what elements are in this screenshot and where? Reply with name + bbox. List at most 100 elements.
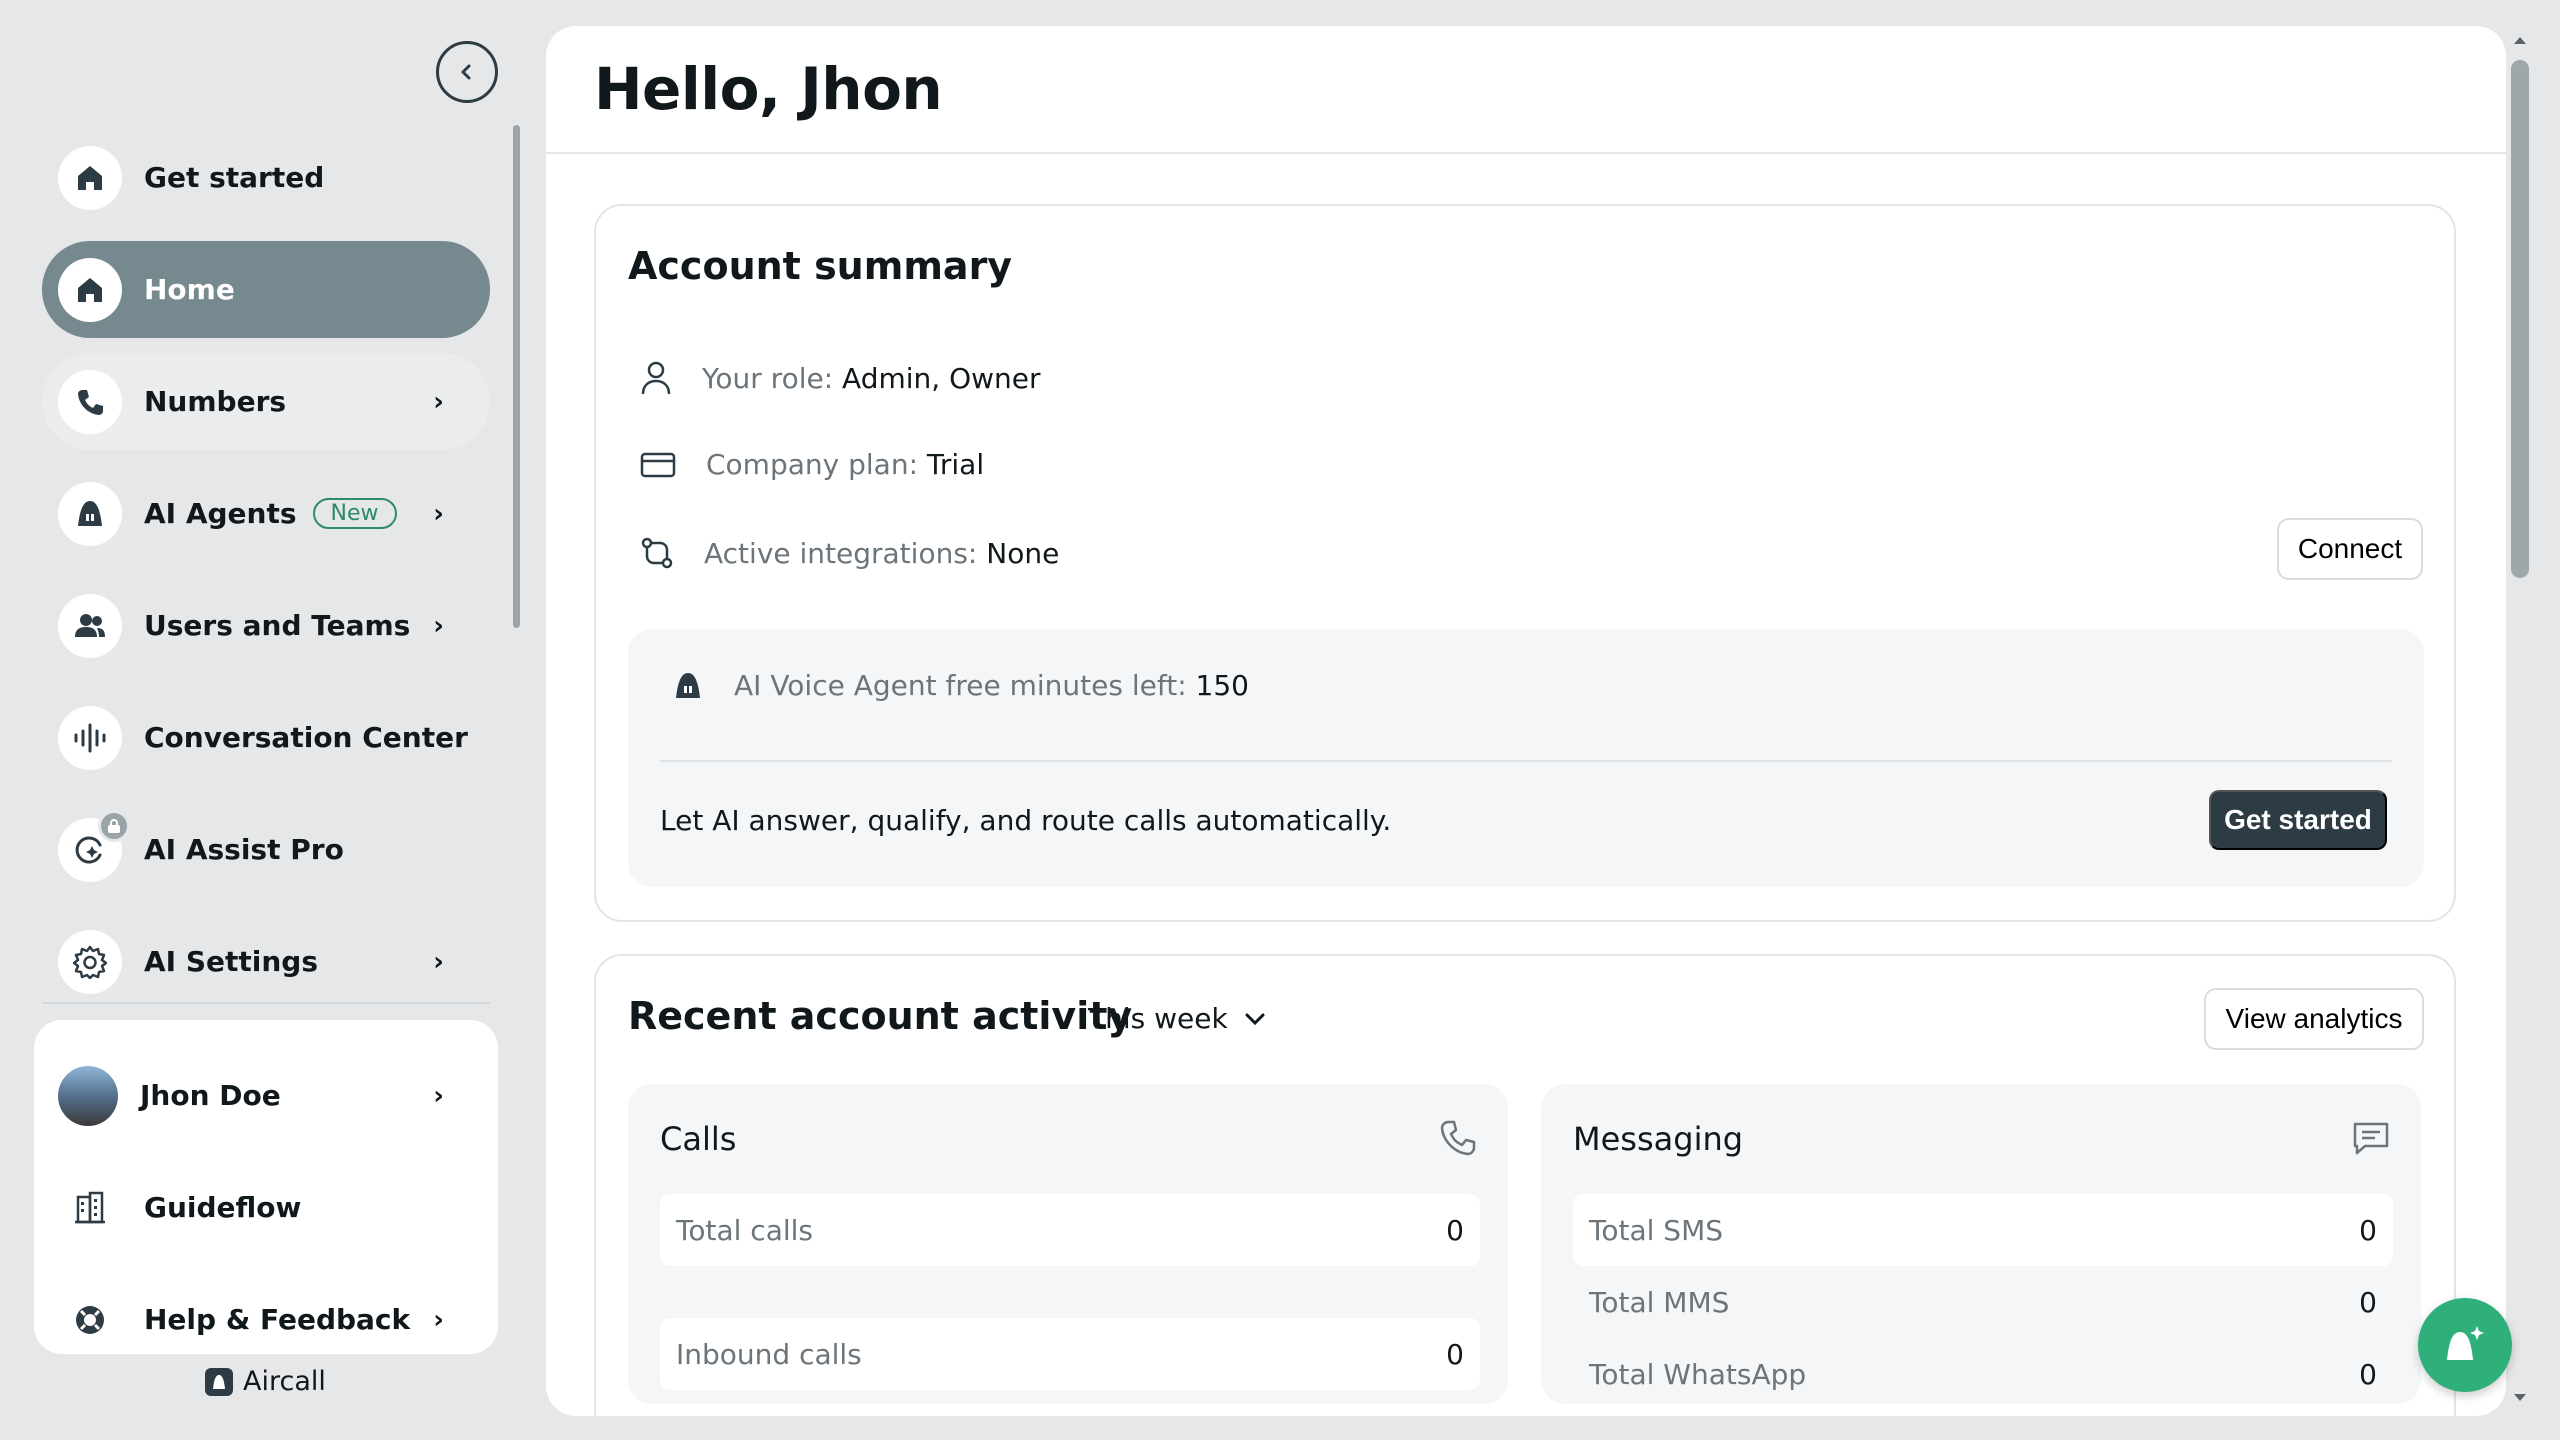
user-icon <box>641 361 671 395</box>
waveform-icon <box>58 705 122 770</box>
stat-value: 0 <box>2359 1213 2377 1247</box>
stat-label: Total WhatsApp <box>1589 1357 1807 1391</box>
stat-value: 0 <box>2359 1285 2377 1319</box>
sidebar-item-ai-settings[interactable]: AI Settings › <box>42 913 490 1010</box>
get-started-button[interactable]: Get started <box>2209 790 2387 850</box>
connect-button[interactable]: Connect <box>2277 518 2423 580</box>
integrations-label: Active integrations: <box>704 536 978 570</box>
recent-activity-title: Recent account activity <box>628 994 1133 1038</box>
user-name: Jhon Doe <box>140 1079 281 1112</box>
sidebar-item-home[interactable]: Home <box>42 241 490 338</box>
user-profile-item[interactable]: Jhon Doe › <box>42 1047 490 1144</box>
collapse-sidebar-button[interactable] <box>436 41 498 103</box>
brand: Aircall <box>205 1366 326 1397</box>
sidebar-item-label: Guideflow <box>144 1191 302 1224</box>
integrations-row: Active integrations: None <box>640 536 1059 570</box>
chevron-down-icon <box>1245 1013 1265 1025</box>
sidebar-item-help-feedback[interactable]: Help & Feedback › <box>42 1271 490 1368</box>
stat-label: Total calls <box>676 1213 813 1247</box>
user-panel: Jhon Doe › Guideflow Help & Feedback › <box>34 1020 498 1354</box>
inbound-calls-stat: Inbound calls 0 <box>660 1318 1480 1390</box>
chevron-right-icon: › <box>433 1080 444 1111</box>
sidebar-item-ai-agents[interactable]: AI Agents New › <box>42 465 490 562</box>
role-row: Your role: Admin, Owner <box>640 360 1041 396</box>
sidebar-item-label: AI Agents <box>144 497 297 530</box>
integrations-icon <box>641 537 673 569</box>
ai-promo-text: Let AI answer, qualify, and route calls … <box>660 804 1392 837</box>
calls-panel: Calls Total calls 0 Inbound calls 0 <box>628 1084 1508 1404</box>
role-value: Admin, Owner <box>842 361 1041 395</box>
sidebar-item-label: Numbers <box>144 385 287 418</box>
ai-assistant-fab[interactable] <box>2418 1298 2512 1392</box>
page-header: Hello, Jhon <box>546 26 2506 154</box>
chevron-right-icon: › <box>433 498 444 529</box>
sidebar-scrollbar[interactable] <box>513 125 520 628</box>
ai-sparkle-icon <box>2447 1326 2484 1360</box>
stat-value: 0 <box>2359 1357 2377 1391</box>
total-mms-stat: Total MMS 0 <box>1573 1266 2393 1338</box>
chevron-left-icon <box>461 64 471 80</box>
calls-title: Calls <box>660 1120 737 1158</box>
phone-icon <box>1440 1120 1476 1156</box>
aircall-logo-icon <box>205 1367 233 1396</box>
sidebar-item-numbers[interactable]: Numbers › <box>42 353 490 450</box>
plan-row: Company plan: Trial <box>640 448 984 481</box>
lifebuoy-icon <box>58 1287 122 1352</box>
ai-agent-icon <box>676 672 700 698</box>
message-icon <box>2353 1122 2389 1155</box>
ai-assist-icon <box>58 809 130 882</box>
main-scroll-thumb[interactable] <box>2511 60 2529 578</box>
ai-minutes-value: 150 <box>1195 669 1249 702</box>
sidebar-item-label: Home <box>144 273 235 306</box>
main-content: Hello, Jhon Account summary Your role: A… <box>546 26 2506 1416</box>
stat-label: Total MMS <box>1589 1285 1730 1319</box>
view-analytics-button[interactable]: View analytics <box>2204 988 2424 1050</box>
avatar <box>58 1065 118 1126</box>
sidebar: Get started Home Numbers › AI Agents New… <box>0 0 520 1440</box>
period-dropdown[interactable]: This week <box>1088 1002 1266 1035</box>
ai-minutes-row: AI Voice Agent free minutes left: 150 <box>672 669 1249 702</box>
credit-card-icon <box>640 452 676 477</box>
sidebar-item-label: AI Assist Pro <box>144 833 344 866</box>
sidebar-item-users-and-teams[interactable]: Users and Teams › <box>42 577 490 674</box>
sidebar-item-guideflow[interactable]: Guideflow <box>42 1159 490 1256</box>
ai-voice-agent-box: AI Voice Agent free minutes left: 150 Le… <box>628 629 2424 887</box>
divider <box>660 760 2392 762</box>
users-icon <box>58 593 122 658</box>
sidebar-item-get-started[interactable]: Get started <box>42 129 490 226</box>
gear-icon <box>58 929 122 994</box>
period-value: This week <box>1088 1002 1228 1035</box>
chevron-right-icon: › <box>433 610 444 641</box>
messaging-panel: Messaging Total SMS 0 Total MMS 0 Total … <box>1541 1084 2421 1404</box>
stat-value: 0 <box>1446 1213 1464 1247</box>
total-sms-stat: Total SMS 0 <box>1573 1194 2393 1266</box>
building-icon <box>58 1175 122 1240</box>
sidebar-item-label: Get started <box>144 161 325 194</box>
plan-label: Company plan: <box>706 448 918 481</box>
sidebar-item-ai-assist-pro[interactable]: AI Assist Pro <box>42 801 490 898</box>
total-calls-stat: Total calls 0 <box>660 1194 1480 1266</box>
scroll-up-arrow-icon <box>2514 37 2526 44</box>
stat-label: Inbound calls <box>676 1337 862 1371</box>
sidebar-item-label: AI Settings <box>144 945 319 978</box>
chevron-right-icon: › <box>433 386 444 417</box>
role-label: Your role: <box>702 361 834 395</box>
sidebar-item-conversation-center[interactable]: Conversation Center <box>42 689 490 786</box>
ai-minutes-label: AI Voice Agent free minutes left: <box>734 669 1187 702</box>
lock-icon <box>98 809 130 842</box>
chevron-right-icon: › <box>433 946 444 977</box>
account-summary-title: Account summary <box>628 244 1013 288</box>
messaging-title: Messaging <box>1573 1120 1744 1158</box>
phone-icon <box>58 369 122 434</box>
home-icon <box>58 145 122 210</box>
home-icon <box>58 257 122 322</box>
page-title: Hello, Jhon <box>594 55 943 123</box>
scroll-down-arrow-icon <box>2514 1394 2526 1401</box>
ai-agent-icon <box>58 481 122 546</box>
sidebar-item-label: Help & Feedback <box>144 1303 411 1336</box>
total-whatsapp-stat: Total WhatsApp 0 <box>1573 1338 2393 1410</box>
sidebar-divider <box>42 1002 490 1004</box>
new-badge: New <box>312 498 397 529</box>
stat-label: Total SMS <box>1589 1213 1723 1247</box>
chevron-right-icon: › <box>433 1304 444 1335</box>
